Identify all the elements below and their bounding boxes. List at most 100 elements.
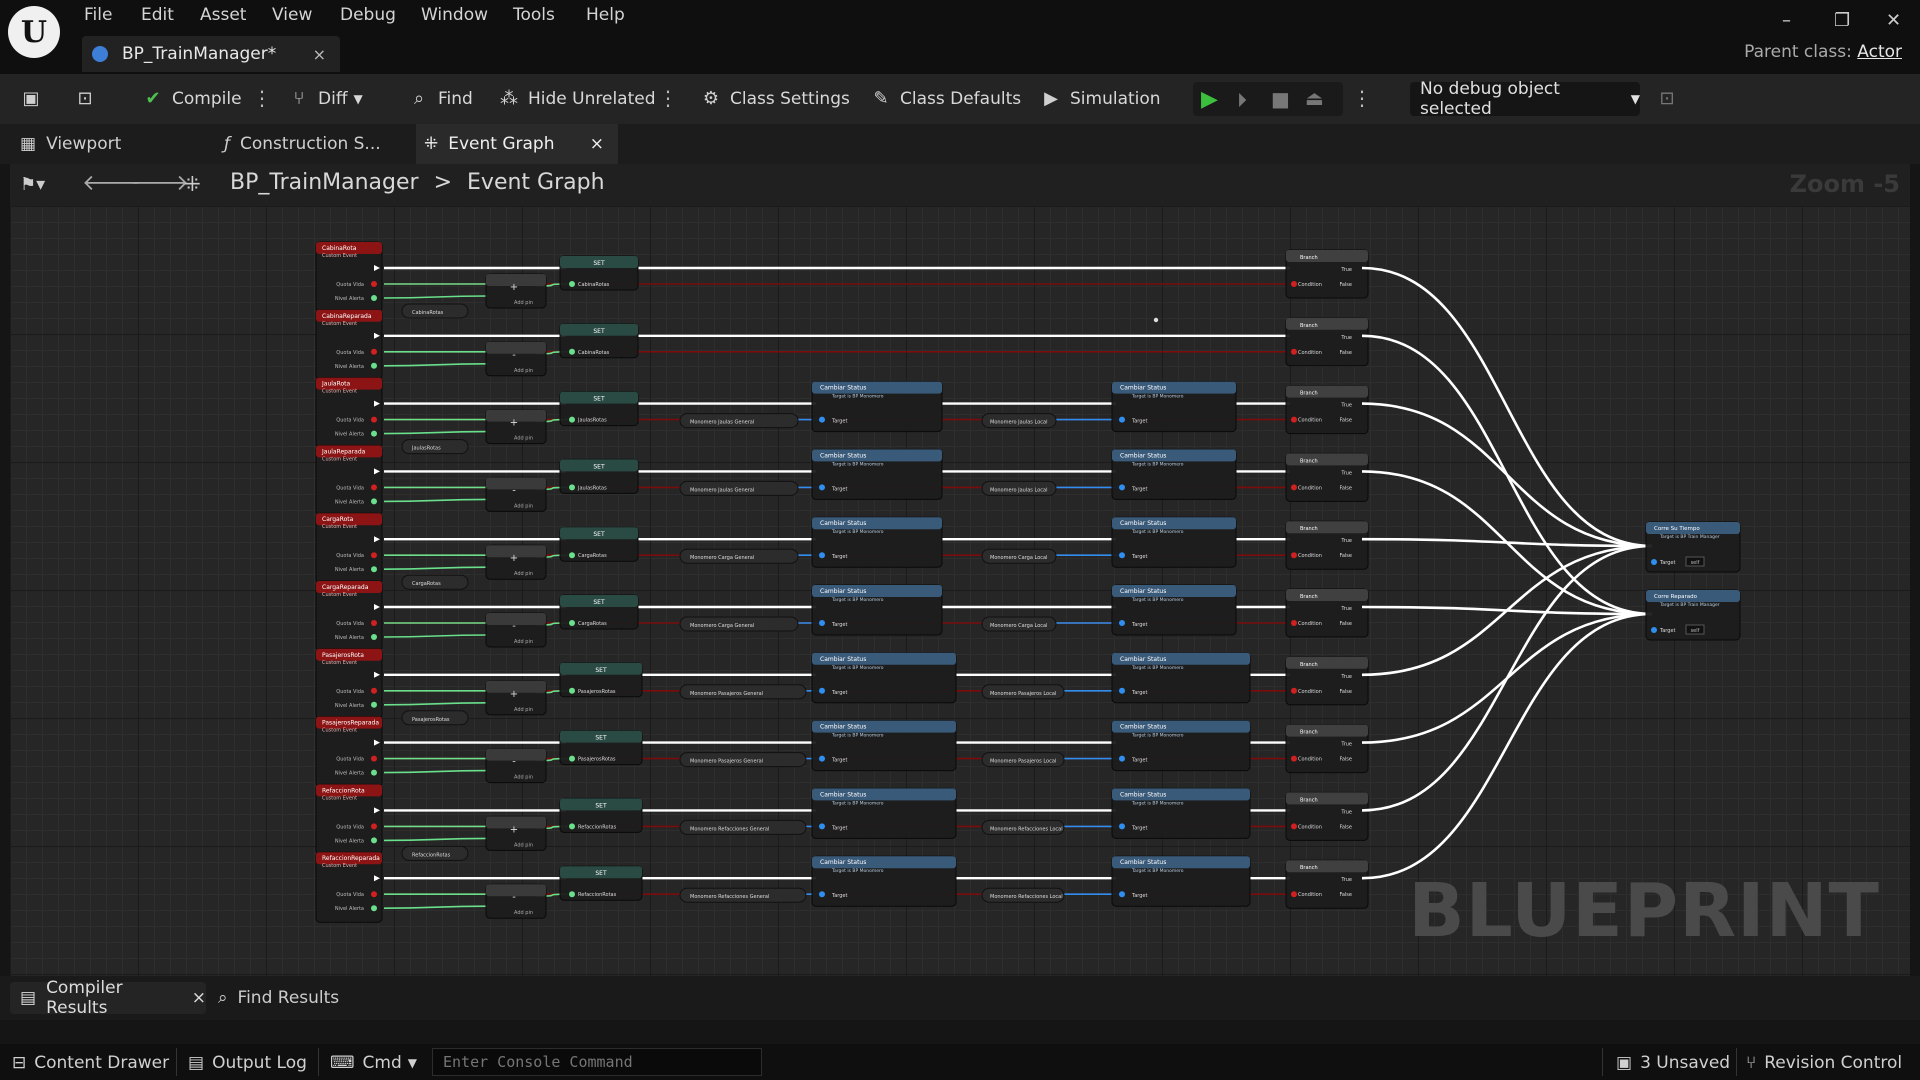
frame-advance-icon[interactable]: ⏵ [1237,88,1247,112]
console-input[interactable] [432,1048,762,1076]
tab-event-graph[interactable]: ⁜ Event Graph × [416,124,618,164]
close-tab-icon[interactable]: × [313,45,326,64]
change-status-title: Cambiar Status [820,791,866,798]
pin-bool [371,891,377,898]
event-node-title: PasajerosReparada [322,720,379,727]
output-log-button[interactable]: ▤ Output Log [188,1050,307,1076]
branch-node-header [1286,521,1368,534]
menu-edit[interactable]: Edit [141,5,174,27]
class-settings-button[interactable]: ⚙ Class Settings [700,83,850,115]
simulation-button[interactable]: ▶ Simulation [1040,83,1160,115]
change-status-title: Cambiar Status [820,724,866,731]
function-icon: ƒ [224,134,230,154]
branch-node-header [1286,385,1368,398]
tab-construction-script[interactable]: ƒ Construction S... [218,124,414,164]
tab-compiler-results[interactable]: ▤ Compiler Results × [10,978,206,1018]
set-node-var: CargaRotas [578,621,607,627]
menu-asset[interactable]: Asset [200,5,246,27]
tab-viewport[interactable]: ▦ Viewport [14,124,210,164]
set-node-var: CabinaRotas [578,350,610,356]
document-tab[interactable]: BP_TrainManager* × [82,36,340,72]
hide-unrelated-button[interactable]: ⁂ Hide Unrelated [498,83,656,115]
compile-options-icon[interactable]: ⋮ [252,86,272,110]
event-node-subtitle: Custom Event [322,592,357,598]
pin-label-condition: Condition [1298,824,1322,830]
pin-float [569,891,575,898]
compile-button[interactable]: ✔ Compile [142,83,241,115]
menu-view[interactable]: View [272,5,312,27]
pin-label-quota: Quota Vida [336,485,364,491]
debug-filter-button[interactable]: ⊡ [1656,83,1686,115]
tab-find-results[interactable]: ⌕ Find Results [218,982,339,1014]
diff-button[interactable]: ⑂ Diff ▼ [288,83,363,115]
math-node-header [486,748,546,761]
revision-control-button[interactable]: ⑂ Revision Control [1746,1050,1902,1076]
pin-bool [371,348,377,355]
hide-options-icon[interactable]: ⋮ [658,86,678,110]
class-settings-label: Class Settings [730,89,850,109]
bookmark-icon[interactable]: ⚑▾ [20,174,45,195]
pin-label-false: False [1339,757,1352,763]
pin-label-quota: Quota Vida [336,689,364,695]
unsaved-button[interactable]: ▣ 3 Unsaved [1616,1050,1730,1076]
content-drawer-button[interactable]: ⊟ Content Drawer [12,1050,169,1076]
forward-arrow-icon[interactable]: 🡒 [130,170,189,196]
set-node-title: SET [593,260,605,267]
play-options-icon[interactable]: ⋮ [1352,86,1372,110]
function-node-subtitle: Target is BP Train Manager [1659,602,1720,608]
pin-float [371,362,377,369]
pin-label-false: False [1339,350,1352,356]
results-panel [0,1020,1920,1044]
menu-window[interactable]: Window [421,5,488,27]
event-graph-canvas[interactable]: CabinaRota Custom Event Quota Vida Nivel Al… [10,206,1910,976]
class-defaults-button[interactable]: ✎ Class Defaults [870,83,1021,115]
menu-tools[interactable]: Tools [513,5,555,27]
pin-label-target: Target [831,622,848,628]
save-button[interactable]: ▣ [20,83,50,115]
find-button[interactable]: ⌕ Find [408,83,473,115]
pin-float [569,348,575,355]
math-op: + [510,553,518,564]
math-add-pin: Add pin [514,503,533,509]
change-status-subtitle: Target is BP Monomero [831,665,884,671]
pin-label-target: Target [1131,622,1148,628]
event-node-title: JaulaReparada [321,448,366,455]
change-status-subtitle: Target is BP Monomero [1131,665,1184,671]
set-node-var: CargaRotas [578,553,607,559]
branch-node-header [1286,250,1368,262]
variable-getter-label: Monomero Carga General [690,623,754,629]
float-wire [383,634,489,638]
minimize-button[interactable]: – [1782,10,1791,31]
stop-icon[interactable]: ■ [1271,87,1290,111]
menu-debug[interactable]: Debug [340,5,396,27]
cmd-select[interactable]: ⌨ Cmd ▼ [330,1050,417,1076]
pin-label-quota: Quota Vida [336,282,364,288]
breadcrumb-root[interactable]: BP_TrainManager [230,170,419,195]
close-window-button[interactable]: ✕ [1886,10,1901,31]
branch-node-header [1286,656,1368,669]
play-icon[interactable]: ▶ [1201,87,1218,112]
math-node-header [486,477,546,490]
eject-icon[interactable]: ⏏ [1305,86,1324,110]
pin-label-false: False [1339,553,1352,559]
pin-label-condition: Condition [1298,621,1322,627]
close-tab-icon[interactable]: × [590,134,604,154]
pin-object [819,552,825,559]
change-status-title: Cambiar Status [1120,724,1166,731]
menu-file[interactable]: File [84,5,112,27]
debug-object-select[interactable]: No debug object selected ▼ [1410,79,1640,119]
close-tab-icon[interactable]: × [192,988,206,1008]
parent-class-link[interactable]: Actor [1857,42,1902,62]
restore-button[interactable]: ❐ [1834,10,1850,31]
menu-help[interactable]: Help [586,5,625,27]
debug-filter-icon: ⊡ [1659,88,1675,109]
pin-float [569,484,575,491]
unreal-logo[interactable]: U [8,6,60,58]
event-node-title: CabinaRota [322,245,357,252]
browse-button[interactable]: ⊡ [74,83,104,115]
pin-bool [371,484,377,491]
set-node-var: PasajerosRotas [578,689,616,695]
blueprint-icon [92,46,108,62]
set-node-var: CabinaRotas [578,282,610,288]
branch-node-title: Branch [1300,662,1318,668]
